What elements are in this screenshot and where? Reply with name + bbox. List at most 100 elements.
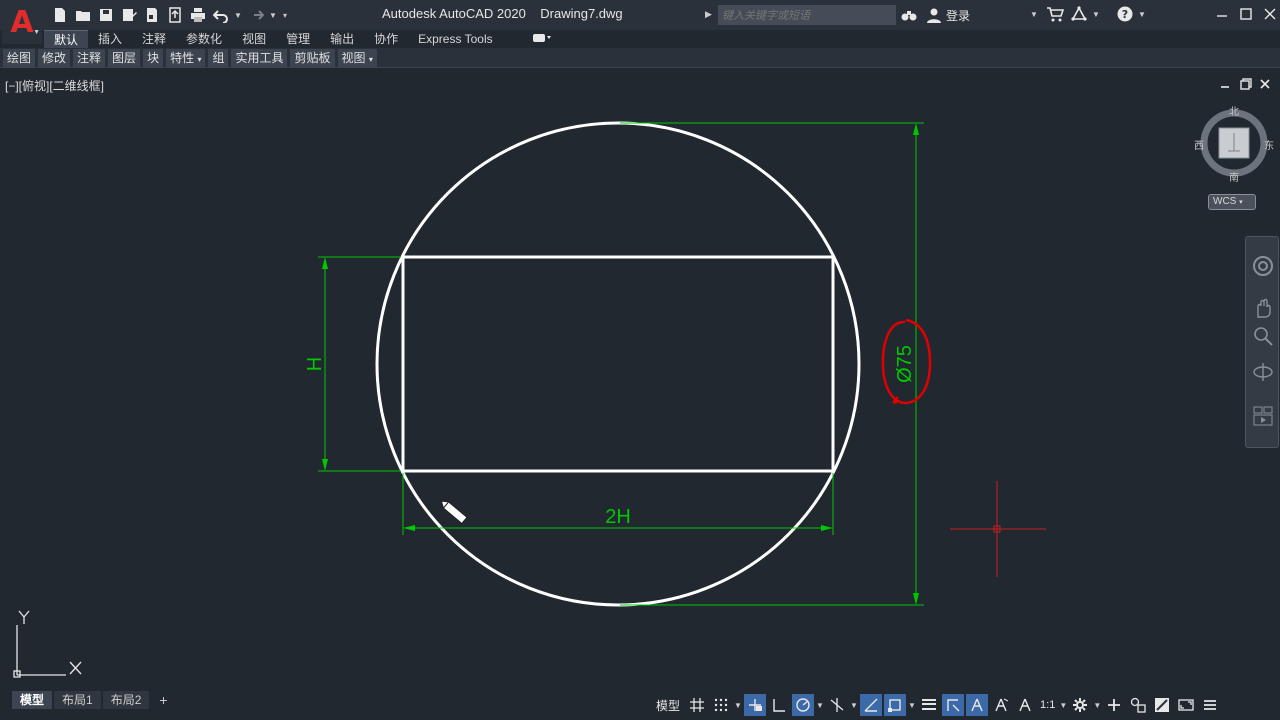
clean-screen-button[interactable] [1175, 694, 1197, 716]
chevron-down-icon[interactable]: ▼ [1092, 10, 1100, 19]
tab-layout1[interactable]: 布局1 [54, 691, 101, 709]
transparency-button[interactable] [942, 694, 965, 716]
viewport-restore-icon[interactable] [1239, 77, 1253, 91]
save-button[interactable] [96, 5, 115, 25]
chevron-down-icon[interactable]: ▼ [850, 701, 858, 710]
cart-icon[interactable] [1046, 6, 1064, 22]
chevron-down-icon[interactable]: ▼ [1059, 701, 1067, 710]
orbit-icon[interactable] [1252, 361, 1274, 383]
panel-layers[interactable]: 图层 [108, 49, 142, 67]
undo-button[interactable] [211, 5, 230, 25]
dimension-width-text: 2H [605, 506, 631, 528]
object-snap-button[interactable] [884, 694, 907, 716]
autodesk-app-icon[interactable] [1070, 6, 1088, 22]
tab-annotate[interactable]: 注释 [132, 30, 176, 48]
viewport-close-icon[interactable] [1258, 77, 1272, 91]
tab-layout2[interactable]: 布局2 [102, 691, 150, 709]
ortho-button[interactable] [768, 694, 790, 716]
showmotion-icon[interactable] [1252, 405, 1274, 427]
annotation-visibility-button[interactable] [966, 694, 989, 716]
pan-hand-icon[interactable] [1252, 297, 1274, 319]
panel-block[interactable]: 块 [143, 49, 165, 67]
wcs-menu[interactable]: WCS ▾ [1208, 194, 1256, 210]
open-web-button[interactable] [142, 5, 161, 25]
model-space-toggle[interactable]: 模型 [652, 697, 684, 714]
ribbon-display-toggle[interactable] [532, 33, 552, 46]
chevron-down-icon[interactable]: ▼ [1138, 10, 1146, 19]
sign-in-link[interactable]: 登录 [946, 7, 970, 24]
open-file-button[interactable] [73, 5, 92, 25]
customization-button[interactable] [1199, 694, 1221, 716]
save-web-button[interactable] [165, 5, 184, 25]
tab-home[interactable]: 默认 [44, 30, 89, 48]
chevron-down-icon[interactable]: ▼ [1093, 701, 1101, 710]
dimension-diameter[interactable] [620, 122, 924, 606]
chevron-down-icon[interactable]: ▼ [734, 701, 742, 710]
lineweight-button[interactable] [918, 694, 940, 716]
save-as-button[interactable] [119, 5, 138, 25]
panel-properties[interactable]: 特性 ▾ [166, 49, 207, 67]
annotation-scale-label[interactable]: 1:1 [1038, 699, 1057, 711]
tab-manage[interactable]: 管理 [276, 30, 320, 48]
customize-toolbar-icon[interactable]: ▾ [281, 11, 289, 20]
polar-tracking-button[interactable] [792, 694, 815, 716]
graphics-performance-button[interactable] [1151, 694, 1173, 716]
maximize-icon[interactable] [1237, 4, 1255, 24]
workspace-button[interactable] [1069, 694, 1091, 716]
auto-scale-button[interactable] [990, 694, 1012, 716]
chevron-right-icon[interactable]: ▶ [705, 9, 712, 20]
panel-draw[interactable]: 绘图 [3, 49, 37, 67]
tab-collaborate[interactable]: 协作 [364, 30, 408, 48]
close-icon[interactable] [1261, 4, 1279, 24]
binoculars-icon[interactable] [901, 7, 917, 23]
rectangle-geometry[interactable] [401, 255, 835, 473]
plot-button[interactable] [188, 5, 207, 25]
viewcube-east-label[interactable]: 东 [1264, 137, 1274, 152]
object-snap-tracking-button[interactable] [860, 694, 883, 716]
minimize-icon[interactable] [1213, 4, 1231, 24]
autocad-window: A ▼ ▼ ▼ ▾ Autodesk AutoCAD 2020 Drawing7… [0, 0, 1280, 720]
panel-clipboard[interactable]: 剪贴板 [290, 49, 336, 67]
help-icon[interactable]: ? [1117, 6, 1133, 22]
tab-express-tools[interactable]: Express Tools [408, 30, 502, 48]
tab-view[interactable]: 视图 [232, 30, 276, 48]
snap-button[interactable] [710, 694, 732, 716]
panel-modify[interactable]: 修改 [38, 49, 72, 67]
viewport-minimize-icon[interactable] [1218, 77, 1232, 91]
zoom-extents-icon[interactable] [1252, 325, 1274, 347]
chevron-down-icon[interactable]: ▼ [816, 701, 824, 710]
new-file-button[interactable] [50, 5, 69, 25]
panel-annotation[interactable]: 注释 [73, 49, 107, 67]
search-input[interactable] [718, 5, 896, 25]
isodraft-button[interactable] [826, 694, 848, 716]
drawing-canvas[interactable]: H 2H Ø75 [0, 69, 1280, 690]
grid-button[interactable] [686, 694, 708, 716]
annotation-scale-icon-button[interactable] [1014, 694, 1036, 716]
user-icon[interactable] [926, 7, 942, 23]
tab-parametric[interactable]: 参数化 [176, 30, 232, 48]
viewport-controls-label[interactable]: [−][俯视][二维线框] [5, 77, 104, 94]
viewcube-south-label[interactable]: 南 [1229, 169, 1239, 184]
dynamic-input-button[interactable] [744, 694, 767, 716]
units-button[interactable] [1127, 694, 1149, 716]
viewcube[interactable]: 北 南 东 西 [1192, 103, 1276, 184]
steering-wheel-icon[interactable] [1252, 255, 1274, 277]
tab-model[interactable]: 模型 [12, 691, 53, 709]
panel-view[interactable]: 视图 ▾ [337, 49, 378, 67]
chevron-down-icon[interactable]: ▼ [269, 11, 277, 20]
chevron-down-icon[interactable]: ▼ [234, 11, 242, 20]
drawing-viewport[interactable]: H 2H Ø75 [−][俯视][二维线框] 北 南 东 西 WCS ▾ [0, 69, 1280, 690]
panel-utilities[interactable]: 实用工具 [231, 49, 289, 67]
annotation-monitor-button[interactable] [1103, 694, 1125, 716]
add-layout-icon[interactable]: + [151, 692, 175, 708]
chevron-down-icon[interactable]: ▼ [908, 701, 916, 710]
application-menu-button[interactable]: A ▼ [2, 2, 42, 44]
panel-groups[interactable]: 组 [208, 49, 230, 67]
tab-output[interactable]: 输出 [320, 30, 364, 48]
chevron-down-icon[interactable]: ▼ [1030, 10, 1038, 19]
viewcube-west-label[interactable]: 西 [1194, 137, 1204, 152]
viewcube-north-label[interactable]: 北 [1229, 103, 1239, 118]
redo-button[interactable] [246, 5, 265, 25]
tab-insert[interactable]: 插入 [88, 30, 132, 48]
circle-geometry[interactable] [375, 121, 861, 607]
